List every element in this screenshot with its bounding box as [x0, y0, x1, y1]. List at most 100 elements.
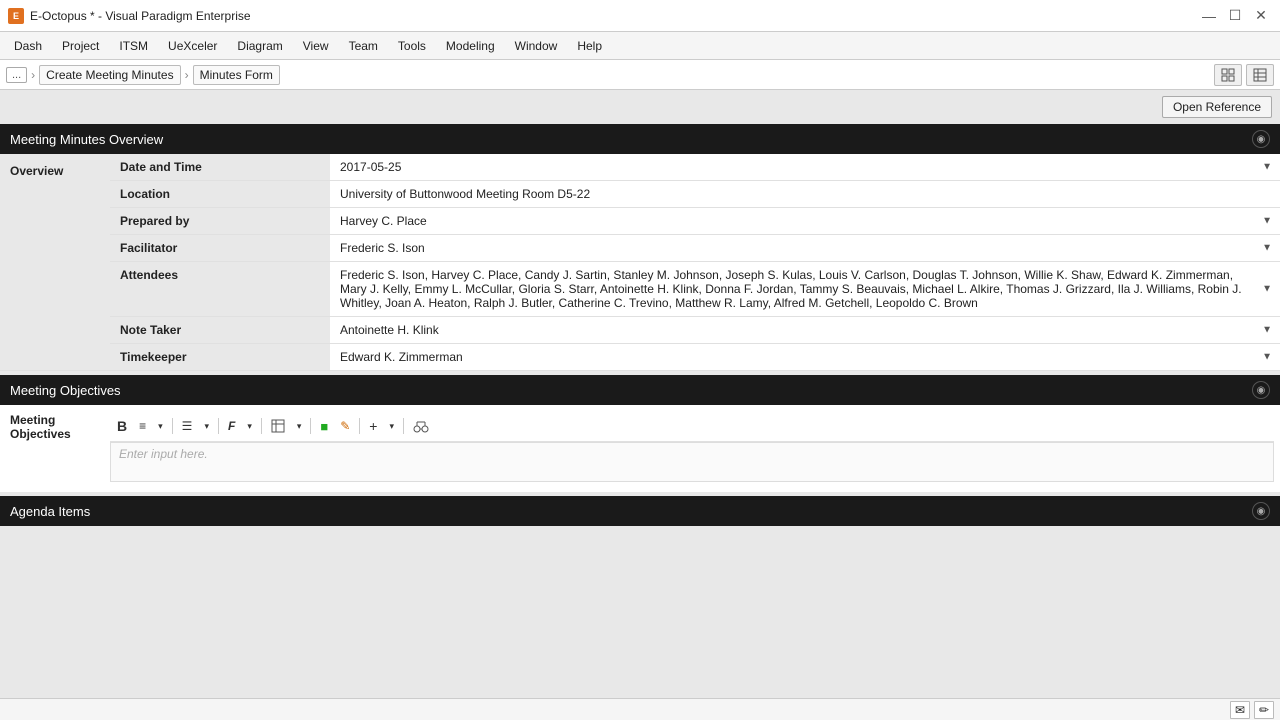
objectives-header-label: Meeting Objectives: [10, 383, 121, 398]
toolbar-separator-6: [403, 418, 404, 434]
font-dropdown-button[interactable]: ▾: [242, 418, 257, 435]
menu-dash[interactable]: Dash: [4, 35, 52, 57]
breadcrumb: ... › Create Meeting Minutes › Minutes F…: [6, 65, 280, 85]
breadcrumb-icon-table[interactable]: [1246, 64, 1274, 86]
title-bar-controls: — ☐ ✕: [1198, 5, 1272, 27]
app-title: E-Octopus * - Visual Paradigm Enterprise: [30, 9, 251, 23]
note-taker-dropdown-icon[interactable]: ▼: [1262, 325, 1272, 336]
timekeeper-value: Edward K. Zimmerman: [340, 350, 463, 364]
overview-section-label: Overview: [0, 154, 110, 371]
breadcrumb-icon-grid[interactable]: [1214, 64, 1242, 86]
facilitator-label: Facilitator: [110, 235, 330, 262]
insert-button[interactable]: +: [364, 415, 382, 437]
media-button[interactable]: [408, 416, 434, 436]
font-button[interactable]: F: [223, 416, 240, 436]
location-value: University of Buttonwood Meeting Room D5…: [340, 187, 590, 201]
menu-project[interactable]: Project: [52, 35, 109, 57]
overview-table: Overview Date and Time 2017-05-25 ▼ Loca…: [0, 154, 1280, 371]
menu-tools[interactable]: Tools: [388, 35, 436, 57]
meeting-objectives-section: Meeting Objectives ◉ Meeting Objectives …: [0, 375, 1280, 492]
agenda-items-section: Agenda Items ◉: [0, 496, 1280, 526]
overview-collapse-icon[interactable]: ◉: [1252, 130, 1270, 148]
prepared-by-value-cell[interactable]: Harvey C. Place ▼: [330, 208, 1280, 235]
title-bar: E E-Octopus * - Visual Paradigm Enterpri…: [0, 0, 1280, 32]
align-button[interactable]: ≡: [134, 416, 151, 436]
date-time-dropdown-icon[interactable]: ▼: [1262, 162, 1272, 173]
breadcrumb-more[interactable]: ...: [6, 67, 27, 83]
breadcrumb-create-meeting[interactable]: Create Meeting Minutes: [39, 65, 180, 85]
prepared-by-dropdown-icon[interactable]: ▼: [1262, 216, 1272, 227]
note-taker-value: Antoinette H. Klink: [340, 323, 439, 337]
location-value-cell[interactable]: University of Buttonwood Meeting Room D5…: [330, 181, 1280, 208]
breadcrumb-minutes-form[interactable]: Minutes Form: [193, 65, 280, 85]
prepared-by-value: Harvey C. Place: [340, 214, 427, 228]
main-content: Open Reference Meeting Minutes Overview …: [0, 90, 1280, 720]
facilitator-value-cell[interactable]: Frederic S. Ison ▼: [330, 235, 1280, 262]
objectives-placeholder: Enter input here.: [115, 443, 212, 465]
note-taker-value-cell[interactable]: Antoinette H. Klink ▼: [330, 317, 1280, 344]
toolbar-separator-5: [359, 418, 360, 434]
objectives-collapse-icon[interactable]: ◉: [1252, 381, 1270, 399]
agenda-header-label: Agenda Items: [10, 504, 90, 519]
breadcrumb-right: [1214, 64, 1274, 86]
menu-uexceler[interactable]: UeXceler: [158, 35, 227, 57]
table-row: Note Taker Antoinette H. Klink ▼: [0, 317, 1280, 344]
date-time-label: Date and Time: [110, 154, 330, 181]
scroll-spacer: [0, 526, 1280, 566]
timekeeper-value-cell[interactable]: Edward K. Zimmerman ▼: [330, 344, 1280, 371]
menu-diagram[interactable]: Diagram: [227, 35, 292, 57]
facilitator-dropdown-icon[interactable]: ▼: [1262, 243, 1272, 254]
timekeeper-label: Timekeeper: [110, 344, 330, 371]
date-time-value-cell[interactable]: 2017-05-25 ▼: [330, 154, 1280, 181]
edit-icon[interactable]: ✏: [1254, 701, 1274, 719]
open-reference-button[interactable]: Open Reference: [1162, 96, 1272, 118]
table-dropdown-button[interactable]: ▾: [292, 418, 307, 435]
prepared-by-label: Prepared by: [110, 208, 330, 235]
agenda-collapse-icon[interactable]: ◉: [1252, 502, 1270, 520]
toolbar-separator-2: [218, 418, 219, 434]
minimize-button[interactable]: —: [1198, 5, 1220, 27]
overview-section-header: Meeting Minutes Overview ◉: [0, 124, 1280, 154]
menu-team[interactable]: Team: [339, 35, 388, 57]
objectives-section-header: Meeting Objectives ◉: [0, 375, 1280, 405]
attendees-value: Frederic S. Ison, Harvey C. Place, Candy…: [340, 268, 1242, 310]
table-button[interactable]: [266, 416, 290, 436]
close-button[interactable]: ✕: [1250, 5, 1272, 27]
email-icon[interactable]: ✉: [1230, 701, 1250, 719]
menu-window[interactable]: Window: [505, 35, 568, 57]
overview-header-label: Meeting Minutes Overview: [10, 132, 163, 147]
bottom-bar: ✉ ✏: [0, 698, 1280, 720]
highlight-button[interactable]: ✎: [335, 416, 355, 436]
timekeeper-dropdown-icon[interactable]: ▼: [1262, 352, 1272, 363]
align-dropdown-button[interactable]: ▾: [153, 418, 168, 435]
toolbar-separator-3: [261, 418, 262, 434]
table-row: Timekeeper Edward K. Zimmerman ▼: [0, 344, 1280, 371]
location-label: Location: [110, 181, 330, 208]
menu-help[interactable]: Help: [567, 35, 612, 57]
attendees-label: Attendees: [110, 262, 330, 317]
breadcrumb-sep-1: ›: [31, 68, 35, 82]
attendees-dropdown-icon[interactable]: ▼: [1262, 284, 1272, 295]
objectives-label: Meeting Objectives: [0, 405, 110, 492]
toolbar-separator-1: [172, 418, 173, 434]
menu-view[interactable]: View: [293, 35, 339, 57]
list-button[interactable]: ☰: [177, 416, 198, 436]
objectives-content: Meeting Objectives B ≡ ▾ ☰ ▾ F ▾: [0, 405, 1280, 492]
toolbar-separator-4: [310, 418, 311, 434]
menu-itsm[interactable]: ITSM: [109, 35, 158, 57]
facilitator-value: Frederic S. Ison: [340, 241, 425, 255]
date-time-value: 2017-05-25: [340, 160, 401, 174]
meeting-minutes-overview-section: Meeting Minutes Overview ◉ Overview Date…: [0, 124, 1280, 371]
maximize-button[interactable]: ☐: [1224, 5, 1246, 27]
table-row: Overview Date and Time 2017-05-25 ▼: [0, 154, 1280, 181]
attendees-value-cell[interactable]: Frederic S. Ison, Harvey C. Place, Candy…: [330, 262, 1280, 317]
app-icon: E: [8, 8, 24, 24]
note-taker-label: Note Taker: [110, 317, 330, 344]
color-button[interactable]: ■: [315, 416, 333, 437]
table-row: Attendees Frederic S. Ison, Harvey C. Pl…: [0, 262, 1280, 317]
list-dropdown-button[interactable]: ▾: [199, 418, 214, 435]
menu-modeling[interactable]: Modeling: [436, 35, 505, 57]
bold-button[interactable]: B: [112, 415, 132, 437]
insert-dropdown-button[interactable]: ▾: [384, 418, 399, 435]
objectives-editor[interactable]: Enter input here.: [110, 442, 1274, 482]
